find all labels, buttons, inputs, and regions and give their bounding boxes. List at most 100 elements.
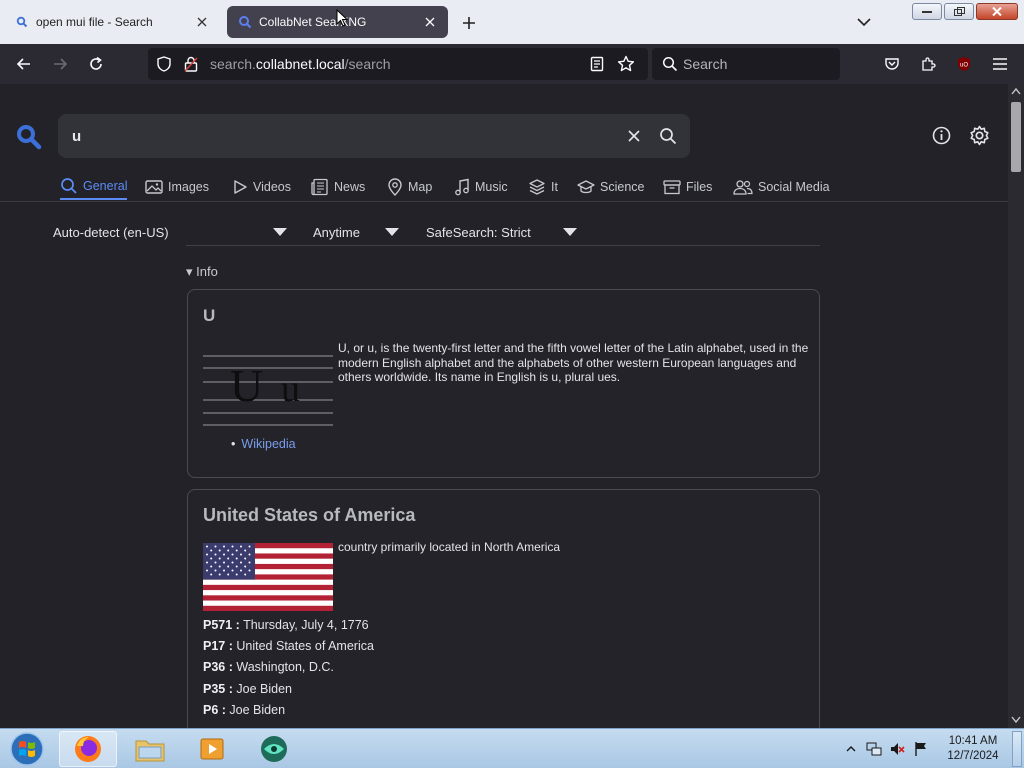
- restore-button[interactable]: [944, 3, 974, 20]
- tab-files[interactable]: Files: [663, 174, 712, 200]
- scroll-up-arrow-icon[interactable]: [1011, 88, 1021, 95]
- tab-videos[interactable]: Videos: [232, 174, 291, 200]
- url-prefix: search.: [210, 56, 256, 72]
- letter-u-illustration: U u: [203, 355, 333, 426]
- address-bar[interactable]: search.collabnet.local/search: [148, 48, 648, 80]
- shield-icon[interactable]: [156, 56, 172, 75]
- start-button[interactable]: [0, 731, 54, 767]
- infobox-description: country primarily located in North Ameri…: [338, 540, 561, 554]
- info-circle-icon[interactable]: [932, 126, 951, 148]
- system-clock[interactable]: 10:41 AM 12/7/2024: [938, 734, 1008, 764]
- language-select[interactable]: Auto-detect (en-US): [53, 222, 287, 242]
- tab-general[interactable]: General: [60, 174, 128, 200]
- close-window-button[interactable]: [976, 3, 1018, 20]
- us-flag-image: [203, 543, 333, 611]
- tab-science[interactable]: Science: [577, 174, 644, 200]
- scroll-down-arrow-icon[interactable]: [1011, 716, 1021, 723]
- property-key: P36 :: [203, 660, 233, 674]
- wikipedia-link-item: • Wikipedia: [231, 437, 296, 451]
- volume-muted-icon[interactable]: [889, 741, 905, 757]
- forward-arrow-icon[interactable]: [48, 52, 72, 76]
- property-row: P36 : Washington, D.C.: [203, 660, 334, 674]
- layers-icon: [529, 179, 545, 195]
- tab-music[interactable]: Music: [454, 174, 508, 200]
- url-text: search.collabnet.local/search: [210, 56, 391, 72]
- time-range-select[interactable]: Anytime: [313, 222, 399, 242]
- property-value: Washington, D.C.: [236, 660, 334, 674]
- app-globe-icon: [261, 736, 287, 762]
- clock-time: 10:41 AM: [948, 735, 998, 747]
- searxng-logo-icon[interactable]: [16, 124, 42, 153]
- tab-title: open mui file - Search: [36, 15, 153, 29]
- tab-open-mui-file[interactable]: open mui file - Search: [4, 6, 220, 38]
- ublock-origin-icon[interactable]: uO: [952, 52, 976, 76]
- scrollbar-thumb[interactable]: [1011, 102, 1021, 172]
- minimize-button[interactable]: [912, 3, 942, 20]
- pocket-icon[interactable]: [880, 52, 904, 76]
- reload-icon[interactable]: [84, 52, 108, 76]
- show-desktop-button[interactable]: [1012, 731, 1022, 767]
- action-center-flag-icon[interactable]: [913, 741, 929, 757]
- tab-label: Videos: [253, 180, 291, 194]
- svg-text:u: u: [281, 368, 300, 410]
- search-query-input[interactable]: u: [72, 128, 81, 145]
- new-tab-button[interactable]: [458, 12, 480, 34]
- tab-strip: open mui file - Search CollabNet SearXNG: [0, 0, 1024, 44]
- tab-label: Images: [168, 180, 209, 194]
- close-tab-icon[interactable]: [194, 14, 210, 30]
- tab-map[interactable]: Map: [387, 174, 432, 200]
- property-value: Joe Biden: [229, 703, 286, 717]
- mouse-cursor-icon: [336, 9, 348, 27]
- browser-search-field[interactable]: Search: [652, 48, 840, 80]
- wikipedia-link[interactable]: Wikipedia: [241, 437, 295, 451]
- bookmark-star-icon[interactable]: [617, 55, 635, 76]
- property-value: United States of America: [236, 639, 374, 653]
- back-arrow-icon[interactable]: [12, 52, 36, 76]
- search-icon: [662, 56, 678, 75]
- tab-images[interactable]: Images: [145, 174, 209, 200]
- tab-it[interactable]: It: [528, 174, 558, 200]
- infobox-card-usa: United States of America country primari…: [187, 489, 820, 728]
- svg-text:U: U: [230, 360, 263, 411]
- close-tab-icon[interactable]: [422, 14, 438, 30]
- extensions-puzzle-icon[interactable]: [916, 52, 940, 76]
- infobox-title: United States of America: [203, 505, 416, 525]
- property-value: Joe Biden: [236, 682, 292, 696]
- tab-label: News: [334, 180, 366, 194]
- show-hidden-icons-arrow[interactable]: [843, 741, 859, 757]
- time-range-value: Anytime: [313, 224, 360, 240]
- taskbar-file-explorer[interactable]: [121, 731, 179, 767]
- windows-taskbar: 10:41 AM 12/7/2024: [0, 728, 1024, 768]
- category-divider: [0, 201, 1008, 202]
- safesearch-select[interactable]: SafeSearch: Strict: [426, 222, 577, 242]
- info-section-toggle[interactable]: ▾ Info: [186, 264, 218, 280]
- tab-news[interactable]: News: [311, 174, 365, 200]
- search-submit-icon[interactable]: [659, 127, 677, 148]
- map-pin-icon: [388, 178, 402, 196]
- hamburger-menu-icon[interactable]: [988, 52, 1012, 76]
- firefox-icon: [75, 736, 101, 762]
- search-placeholder: Search: [683, 56, 728, 72]
- infobox-description: U, or u, is the twenty-first letter and …: [338, 341, 809, 384]
- property-row: P571 : Thursday, July 4, 1776: [203, 618, 369, 632]
- people-icon: [733, 180, 753, 195]
- search-query-box[interactable]: u: [58, 114, 690, 158]
- taskbar-firefox[interactable]: [59, 731, 117, 767]
- window-controls: [912, 3, 1018, 20]
- taskbar-app[interactable]: [245, 731, 303, 767]
- image-icon: [145, 180, 163, 194]
- tab-social-media[interactable]: Social Media: [733, 174, 830, 200]
- search-favicon-icon: [237, 14, 253, 30]
- tab-label: Social Media: [758, 180, 830, 194]
- clear-query-icon[interactable]: [627, 129, 641, 146]
- property-value: Thursday, July 4, 1776: [243, 618, 369, 632]
- network-icon[interactable]: [866, 741, 882, 757]
- tab-label: Science: [600, 180, 645, 194]
- preferences-gear-icon[interactable]: [969, 125, 990, 149]
- lock-icon[interactable]: [184, 56, 198, 75]
- page-scrollbar[interactable]: [1008, 84, 1024, 728]
- list-all-tabs-chevron-icon[interactable]: [854, 12, 874, 32]
- reader-view-icon[interactable]: [590, 56, 604, 75]
- infobox-card-u: U U u U, or u, is the twenty-first lette…: [187, 289, 820, 478]
- taskbar-media-player[interactable]: [183, 731, 241, 767]
